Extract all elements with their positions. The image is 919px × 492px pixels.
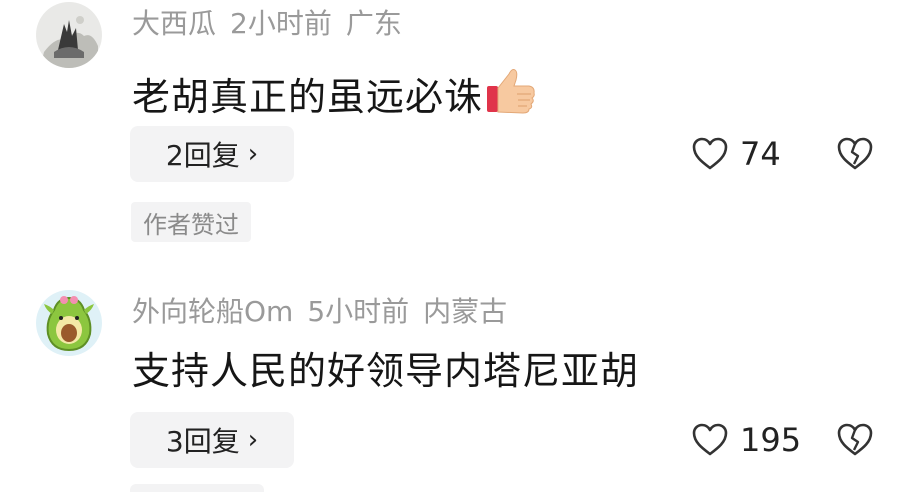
comment-text-content: 支持人民的好领导内塔尼亚胡 <box>132 349 640 393</box>
broken-heart-icon <box>837 137 873 170</box>
reply-label: 2回复 <box>165 139 240 172</box>
thumbs-up-emoji-icon <box>485 64 537 122</box>
comment-item: 外向轮船Om 5小时前 内蒙古 支持人民的好领导内塔尼亚胡 3回复 › 195 <box>0 288 919 492</box>
author-liked-badge: 作者赞过 <box>131 202 251 242</box>
username[interactable]: 大西瓜 <box>132 7 216 40</box>
like-count: 195 <box>740 421 802 459</box>
timestamp: 5小时前 <box>307 295 410 328</box>
location: 内蒙古 <box>423 295 508 328</box>
partial-badge <box>130 484 264 492</box>
dislike-button[interactable] <box>834 420 876 464</box>
username[interactable]: 外向轮船Om <box>132 295 293 328</box>
chevron-right-icon: › <box>247 425 259 455</box>
comment-text: 老胡真正的虽远必诛 <box>132 64 537 122</box>
like-button[interactable]: 74 <box>690 134 781 174</box>
ink-landscape-avatar-icon <box>36 2 102 68</box>
reply-button[interactable]: 2回复 › <box>130 126 294 182</box>
heart-outline-icon <box>692 137 728 170</box>
location: 广东 <box>345 7 402 40</box>
comment-item: 大西瓜 2小时前 广东 老胡真正的虽远必诛 2回复 › 74 作者赞过 <box>0 0 919 260</box>
reply-label: 3回复 <box>165 425 240 458</box>
comment-meta: 大西瓜 2小时前 广东 <box>132 10 416 38</box>
avocado-avatar-icon <box>36 290 102 356</box>
dislike-button[interactable] <box>834 134 876 178</box>
timestamp: 2小时前 <box>230 7 332 40</box>
broken-heart-icon <box>837 423 873 456</box>
comment-meta: 外向轮船Om 5小时前 内蒙古 <box>132 298 521 326</box>
heart-outline-icon <box>692 423 728 456</box>
comment-text: 支持人民的好领导内塔尼亚胡 <box>132 352 639 390</box>
chevron-right-icon: › <box>247 139 259 169</box>
like-count: 74 <box>740 135 781 173</box>
like-button[interactable]: 195 <box>690 420 801 460</box>
avatar[interactable] <box>36 2 102 68</box>
comment-text-content: 老胡真正的虽远必诛 <box>132 75 484 119</box>
reply-button[interactable]: 3回复 › <box>130 412 294 468</box>
avatar[interactable] <box>36 290 102 356</box>
comment-list: 大西瓜 2小时前 广东 老胡真正的虽远必诛 2回复 › 74 作者赞过 外向轮船… <box>0 0 919 492</box>
